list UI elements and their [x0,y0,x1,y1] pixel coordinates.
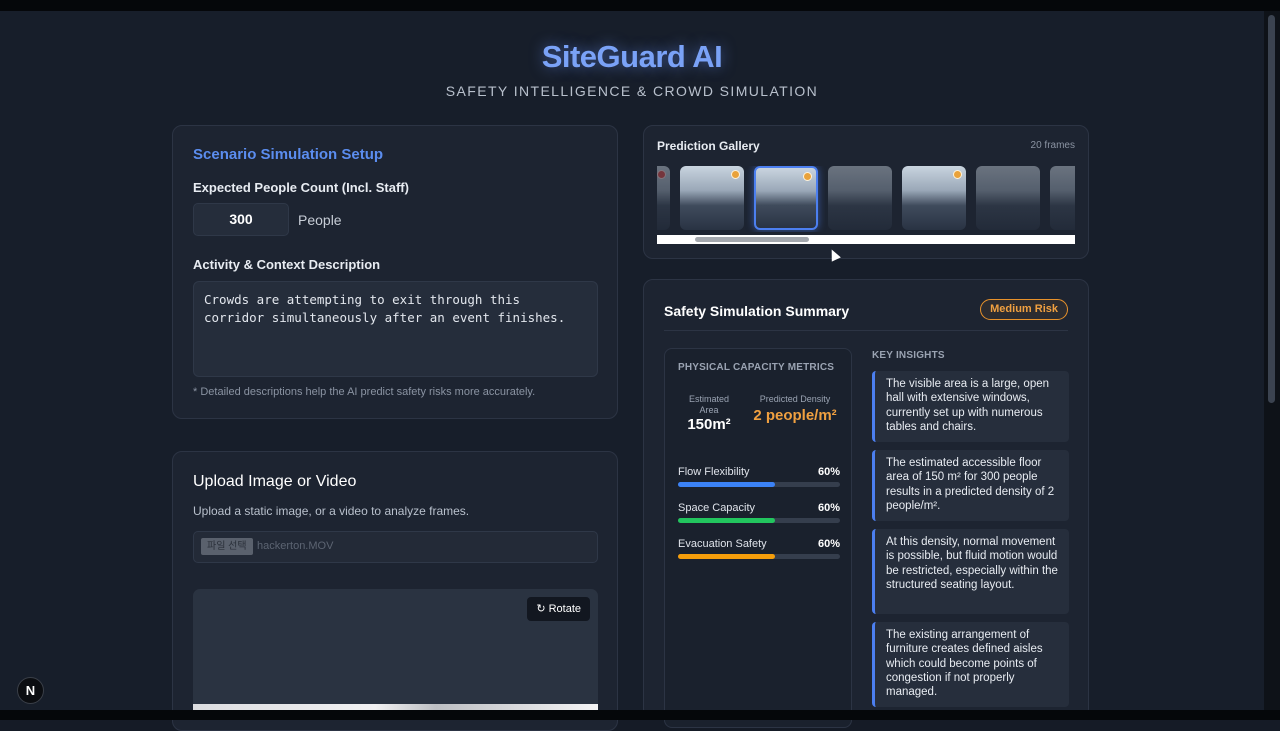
insight-item: The visible area is a large, open hall w… [872,371,1069,442]
predicted-density-value: 2 people/m² [753,407,837,424]
metric-bar-name: Evacuation Safety [678,538,767,550]
insight-item: The existing arrangement of furniture cr… [872,622,1069,707]
window-bottom-bar [0,710,1280,720]
gallery-thumbnail[interactable] [657,166,670,230]
app-title: SiteGuard AI [541,39,723,74]
file-input[interactable]: 파일 선택 hackerton.MOV [193,531,598,563]
metric-bar-track [678,554,840,559]
metric-bar-percent: 60% [817,502,840,514]
risk-dot-icon [657,170,666,179]
estimated-area-label: Estimated Area [688,394,730,415]
risk-dot-icon [731,170,740,179]
insight-item: At this density, normal movement is poss… [872,529,1069,614]
insight-item: The estimated accessible floor area of 1… [872,450,1069,521]
summary-divider [664,330,1068,331]
app-subtitle: SAFETY INTELLIGENCE & CROWD SIMULATION [445,83,819,99]
metric-bar-track [678,482,840,487]
safety-summary-card: Safety Simulation Summary Medium Risk PH… [643,279,1089,728]
people-count-label: Expected People Count (Incl. Staff) [193,180,409,195]
metric-bar-name: Space Capacity [678,502,756,514]
metric-bar-track [678,518,840,523]
page-scrollbar[interactable] [1264,11,1280,710]
gallery-scroll-thumb[interactable] [695,237,809,242]
capacity-metrics-panel: PHYSICAL CAPACITY METRICS Estimated Area… [664,348,852,728]
predicted-density-label: Predicted Density [759,394,831,404]
metric-bar-fill [678,518,776,523]
page: SiteGuard AI SAFETY INTELLIGENCE & CROWD… [0,11,1264,731]
metric-bar-fill [678,482,776,487]
insights-title: KEY INSIGHTS [872,350,945,361]
gallery-thumbnails [657,166,1075,232]
window-top-bar [0,0,1280,11]
nextjs-badge[interactable]: N [17,677,44,704]
upload-title: Upload Image or Video [193,473,357,490]
setup-title: Scenario Simulation Setup [193,146,384,163]
metric-bar-percent: 60% [817,466,840,478]
scenario-setup-card: Scenario Simulation Setup Expected Peopl… [172,125,618,419]
metric-bar-name: Flow Flexibility [678,466,750,478]
estimated-area-value: 150m² [687,416,731,433]
upload-description: Upload a static image, or a video to ana… [193,504,470,518]
selected-file-name: hackerton.MOV [257,540,334,552]
risk-badge: Medium Risk [980,299,1068,320]
choose-file-button[interactable]: 파일 선택 [201,538,253,555]
page-scroll-thumb[interactable] [1268,15,1275,403]
prediction-gallery-card: Prediction Gallery 20 frames [643,125,1089,259]
gallery-title: Prediction Gallery [657,139,760,153]
gallery-thumbnail[interactable] [976,166,1040,230]
gallery-thumbnail[interactable] [1050,166,1075,230]
gallery-thumbnail[interactable] [828,166,892,230]
upload-card: Upload Image or Video Upload a static im… [172,451,618,731]
gallery-thumbnail[interactable] [680,166,744,230]
gallery-frame-count: 20 frames [1030,140,1075,151]
video-preview: ↻ Rotate [193,589,598,719]
gallery-thumbnail[interactable] [902,166,966,230]
description-hint: * Detailed descriptions help the AI pred… [193,386,536,398]
summary-title: Safety Simulation Summary [664,303,850,319]
gallery-scrollbar[interactable] [657,235,1075,244]
risk-dot-icon [803,172,812,181]
metric-bar-fill [678,554,776,559]
metrics-title: PHYSICAL CAPACITY METRICS [678,362,835,373]
metric-bar-percent: 60% [817,538,840,550]
people-count-input[interactable]: 300 [193,203,289,236]
people-count-unit: People [298,212,342,228]
activity-description-textarea[interactable]: Crowds are attempting to exit through th… [193,281,598,377]
gallery-thumbnail[interactable] [754,166,818,230]
rotate-button[interactable]: ↻ Rotate [527,597,590,621]
risk-dot-icon [953,170,962,179]
activity-description-label: Activity & Context Description [193,257,381,272]
